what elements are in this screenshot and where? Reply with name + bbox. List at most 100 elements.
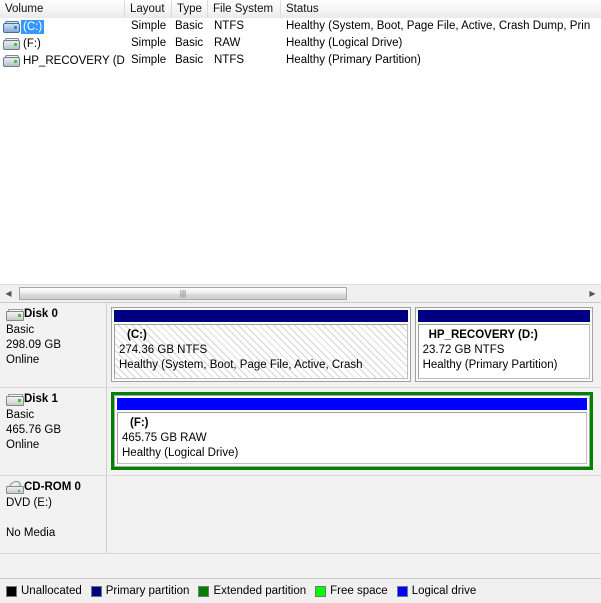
disk-label: Disk 1 — [24, 393, 58, 405]
legend-label: Extended partition — [213, 585, 307, 597]
legend-swatch-logical-drive — [396, 585, 408, 597]
volume-list-horizontal-scrollbar[interactable]: ◀ ||| ▶ — [0, 284, 601, 302]
disk-row-cdrom-0[interactable]: CD-ROM 0 DVD (E:) No Media — [0, 476, 601, 554]
partition-details: (F:) 465.75 GB RAW Healthy (Logical Driv… — [117, 412, 587, 464]
cdrom-drive-letter: DVD (E:) — [6, 497, 52, 509]
partition-hp-recovery[interactable]: HP_RECOVERY (D:) 23.72 GB NTFS Healthy (… — [414, 307, 593, 382]
column-header-status[interactable]: Status — [281, 0, 601, 18]
partition-name: HP_RECOVERY (D:) — [428, 329, 538, 341]
hard-drive-icon — [3, 37, 20, 50]
legend-item-unallocated: Unallocated — [6, 585, 82, 597]
status-cell: Healthy (Logical Drive) — [286, 37, 403, 49]
column-header-layout[interactable]: Layout — [125, 0, 172, 18]
partition-c[interactable]: (C:) 274.36 GB NTFS Healthy (System, Boo… — [111, 307, 411, 382]
volume-cell[interactable]: (C:) — [0, 18, 125, 35]
partition-f[interactable]: (F:) 465.75 GB RAW Healthy (Logical Driv… — [114, 395, 590, 467]
disk-partitions-cdrom-0 — [107, 476, 601, 553]
cdrom-status: No Media — [6, 527, 56, 539]
disk-title-cdrom-0: CD-ROM 0 — [6, 479, 106, 495]
partition-size: 23.72 GB NTFS — [422, 344, 505, 356]
legend-swatch-unallocated — [6, 585, 17, 597]
legend-swatch-extended-partition — [198, 585, 210, 597]
volume-list-header: Volume Layout Type File System Status — [0, 0, 601, 18]
legend-item-primary-partition: Primary partition — [90, 585, 190, 597]
layout-cell: Simple — [131, 54, 167, 66]
disk-icon — [6, 393, 24, 406]
type-cell: Basic — [175, 20, 204, 32]
scroll-right-arrow-icon[interactable]: ▶ — [584, 285, 601, 302]
legend-label: Free space — [330, 585, 388, 597]
type-cell: Basic — [175, 37, 204, 49]
legend-item-logical-drive: Logical drive — [396, 585, 477, 597]
disk-info-cdrom-0[interactable]: CD-ROM 0 DVD (E:) No Media — [0, 476, 107, 553]
disk-graphical-pane: Disk 0 Basic 298.09 GB Online (C:) 274.3… — [0, 302, 601, 578]
partition-health: Healthy (Logical Drive) — [122, 447, 239, 459]
partition-details: (C:) 274.36 GB NTFS Healthy (System, Boo… — [114, 324, 408, 379]
file-system-cell: NTFS — [214, 54, 245, 66]
status-cell: Healthy (Primary Partition) — [286, 54, 421, 66]
disk-status: Online — [6, 439, 40, 451]
volume-cell[interactable]: HP_RECOVERY (D:) — [0, 52, 125, 69]
cd-rom-icon — [6, 479, 24, 494]
partition-color-bar — [114, 310, 408, 322]
partition-color-bar — [117, 398, 587, 410]
legend: Unallocated Primary partition Extended p… — [0, 578, 601, 603]
volume-list-rows: (C:) Simple Basic NTFS Healthy (System, … — [0, 18, 601, 69]
table-row[interactable]: (F:) Simple Basic RAW Healthy (Logical D… — [0, 35, 601, 52]
extended-partition-container[interactable]: (F:) 465.75 GB RAW Healthy (Logical Driv… — [111, 392, 593, 470]
disk-title-disk-0: Disk 0 — [6, 307, 106, 322]
partition-name: (F:) — [130, 417, 149, 429]
legend-item-free-space: Free space — [315, 585, 388, 597]
disk-type: Basic — [6, 409, 35, 421]
type-cell: Basic — [175, 54, 204, 66]
file-system-cell: RAW — [214, 37, 241, 49]
partition-color-bar — [417, 310, 590, 322]
disk-info-disk-1[interactable]: Disk 1 Basic 465.76 GB Online — [0, 388, 107, 475]
legend-swatch-free-space — [315, 585, 327, 597]
table-row[interactable]: (C:) Simple Basic NTFS Healthy (System, … — [0, 18, 601, 35]
legend-swatch-primary-partition — [90, 585, 102, 597]
scrollbar-track[interactable]: ||| — [17, 285, 584, 302]
legend-label: Primary partition — [105, 585, 190, 597]
volume-name: (C:) — [21, 19, 45, 34]
disk-info-disk-0[interactable]: Disk 0 Basic 298.09 GB Online — [0, 303, 107, 387]
disk-row-disk-1[interactable]: Disk 1 Basic 465.76 GB Online (F:) 465.7… — [0, 388, 601, 476]
partition-health: Healthy (System, Boot, Page File, Active… — [119, 359, 363, 371]
volume-list-pane: Volume Layout Type File System Status (C… — [0, 0, 601, 285]
partition-details: HP_RECOVERY (D:) 23.72 GB NTFS Healthy (… — [417, 324, 590, 379]
disk-label: Disk 0 — [24, 308, 58, 320]
partition-size: 465.75 GB RAW — [122, 432, 207, 444]
hard-drive-icon — [3, 54, 20, 67]
disk-type: Basic — [6, 324, 35, 336]
disk-row-disk-0[interactable]: Disk 0 Basic 298.09 GB Online (C:) 274.3… — [0, 303, 601, 388]
partition-size: 274.36 GB NTFS — [119, 344, 208, 356]
partition-health: Healthy (Primary Partition) — [422, 359, 558, 371]
column-header-volume[interactable]: Volume — [0, 0, 125, 18]
disk-partitions-disk-0: (C:) 274.36 GB NTFS Healthy (System, Boo… — [107, 303, 601, 387]
layout-cell: Simple — [131, 37, 167, 49]
volume-name: (F:) — [23, 37, 41, 50]
partition-name: (C:) — [127, 329, 147, 341]
volume-cell[interactable]: (F:) — [0, 35, 125, 52]
table-row[interactable]: HP_RECOVERY (D:) Simple Basic NTFS Healt… — [0, 52, 601, 69]
disk-icon — [6, 308, 24, 321]
legend-item-extended-partition: Extended partition — [198, 585, 306, 597]
disk-status: Online — [6, 354, 40, 366]
status-cell: Healthy (System, Boot, Page File, Active… — [286, 20, 591, 32]
hard-drive-icon — [3, 20, 20, 33]
empty-media-area — [111, 480, 593, 548]
legend-label: Unallocated — [21, 585, 82, 597]
scrollbar-thumb[interactable]: ||| — [19, 287, 347, 300]
column-header-file-system[interactable]: File System — [208, 0, 281, 18]
disk-label: CD-ROM 0 — [24, 481, 81, 493]
column-header-type[interactable]: Type — [172, 0, 208, 18]
disk-title-disk-1: Disk 1 — [6, 392, 106, 407]
disk-capacity: 298.09 GB — [6, 339, 61, 351]
disk-capacity: 465.76 GB — [6, 424, 61, 436]
legend-label: Logical drive — [411, 585, 477, 597]
scrollbar-grip-icon: ||| — [179, 288, 187, 298]
file-system-cell: NTFS — [214, 20, 245, 32]
scroll-left-arrow-icon[interactable]: ◀ — [0, 285, 17, 302]
disk-partitions-disk-1: (F:) 465.75 GB RAW Healthy (Logical Driv… — [107, 388, 601, 475]
